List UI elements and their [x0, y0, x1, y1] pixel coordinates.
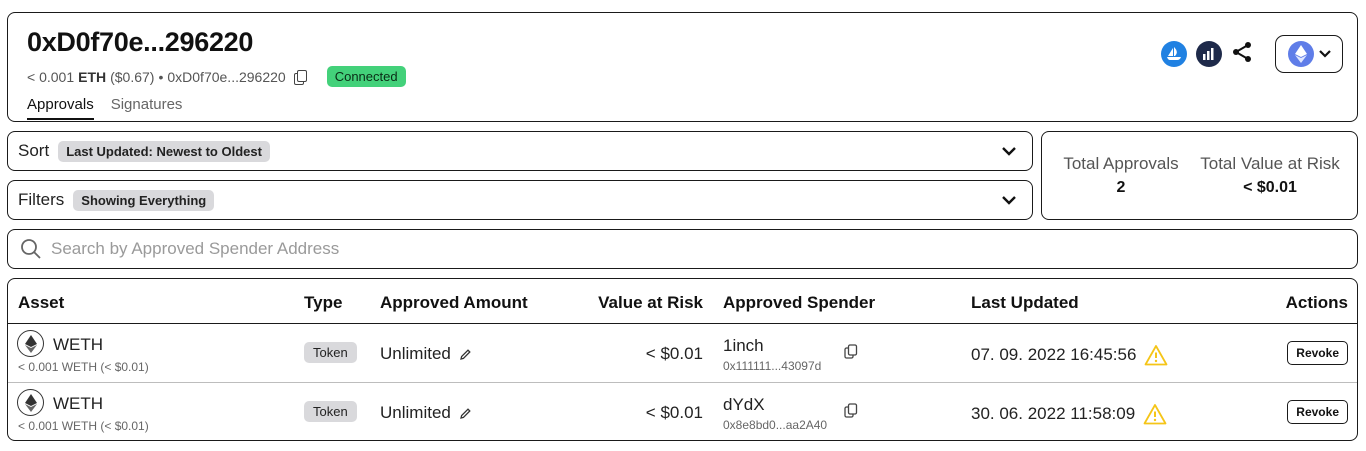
copy-icon[interactable] — [293, 69, 307, 85]
pencil-icon[interactable] — [459, 348, 472, 361]
last-updated-value: 30. 06. 2022 11:58:09 — [971, 404, 1136, 423]
revoke-button[interactable]: Revoke — [1287, 341, 1348, 365]
value-at-risk: < $0.01 — [645, 344, 703, 363]
pencil-icon[interactable] — [459, 407, 472, 420]
short-address: 0xD0f70e...296220 — [167, 68, 286, 85]
search-icon — [21, 239, 41, 259]
last-updated: 07. 09. 2022 16:45:56 — [971, 344, 1168, 366]
balance-amount: < 0.001 — [27, 68, 75, 85]
separator-bullet: • — [158, 68, 164, 85]
chevron-down-icon — [1002, 196, 1016, 205]
tab-bar: Approvals Signatures — [27, 96, 182, 120]
last-updated: 30. 06. 2022 11:58:09 — [971, 403, 1167, 425]
filters-dropdown[interactable]: Filters Showing Everything — [7, 180, 1033, 220]
table-row: WETH < 0.001 WETH (< $0.01) Token Unlimi… — [8, 383, 1357, 440]
tab-approvals[interactable]: Approvals — [27, 96, 94, 120]
address-title: 0xD0f70e...296220 — [27, 27, 254, 57]
spender-name[interactable]: 1inch — [723, 336, 764, 356]
sort-label: Sort — [18, 141, 50, 160]
copy-icon[interactable] — [844, 344, 858, 364]
warning-icon — [1143, 404, 1167, 425]
total-approvals-label: Total Approvals — [1063, 154, 1179, 173]
total-value-label: Total Value at Risk — [1200, 154, 1340, 173]
column-header-approved-amount[interactable]: Approved Amount — [380, 293, 528, 313]
total-approvals-value: 2 — [1116, 179, 1126, 196]
warning-icon — [1145, 345, 1168, 366]
approvals-table: Asset Type Approved Amount Value at Risk… — [7, 278, 1358, 441]
sort-dropdown[interactable]: Sort Last Updated: Newest to Oldest — [7, 131, 1033, 171]
revoke-button[interactable]: Revoke — [1287, 400, 1348, 424]
copy-icon[interactable] — [844, 403, 858, 423]
tab-signatures[interactable]: Signatures — [111, 96, 183, 120]
asset-balance: < 0.001 WETH (< $0.01) — [18, 419, 149, 433]
type-badge: Token — [304, 401, 357, 422]
dune-icon[interactable] — [1196, 41, 1222, 67]
address-subline: < 0.001 ETH ($0.67) • 0xD0f70e...296220 … — [27, 66, 406, 87]
approved-amount[interactable]: Unlimited — [380, 344, 472, 364]
approved-amount[interactable]: Unlimited — [380, 403, 472, 423]
filters-label: Filters — [18, 190, 65, 209]
totals-panel: Total Approvals 2 Total Value at Risk < … — [1041, 131, 1358, 220]
total-approvals: Total Approvals 2 — [1060, 154, 1182, 197]
type-badge: Token — [304, 342, 357, 363]
asset-name: WETH — [53, 394, 104, 413]
asset-balance: < 0.001 WETH (< $0.01) — [18, 360, 149, 374]
search-bar — [7, 229, 1358, 269]
value-at-risk: < $0.01 — [645, 403, 703, 422]
weth-token-icon — [17, 330, 44, 357]
spender-address[interactable]: 0x8e8bd0...aa2A40 — [723, 418, 827, 432]
approved-amount-value: Unlimited — [380, 344, 451, 363]
column-header-approved-spender[interactable]: Approved Spender — [723, 293, 875, 313]
filters-value-chip: Showing Everything — [73, 189, 215, 211]
column-header-asset[interactable]: Asset — [18, 293, 64, 313]
column-header-actions: Actions — [1285, 293, 1348, 312]
column-header-value-at-risk[interactable]: Value at Risk — [598, 293, 703, 313]
opensea-icon[interactable] — [1161, 41, 1187, 67]
connected-badge: Connected — [326, 66, 406, 87]
sort-value-chip: Last Updated: Newest to Oldest — [58, 140, 270, 162]
spender-name[interactable]: dYdX — [723, 395, 765, 415]
chevron-down-icon — [1002, 147, 1016, 156]
asset-name: WETH — [53, 335, 104, 354]
ethereum-icon — [1287, 41, 1314, 67]
balance-unit: ETH — [78, 68, 107, 85]
total-value-value: < $0.01 — [1243, 179, 1297, 196]
last-updated-value: 07. 09. 2022 16:45:56 — [971, 345, 1137, 364]
balance-usd: ($0.67) — [110, 68, 155, 85]
search-input[interactable] — [51, 239, 951, 259]
table-row: WETH < 0.001 WETH (< $0.01) Token Unlimi… — [8, 324, 1357, 383]
approved-amount-value: Unlimited — [380, 403, 451, 422]
spender-address[interactable]: 0x111111...43097d — [723, 359, 821, 373]
header-actions — [1152, 35, 1343, 73]
weth-token-icon — [17, 389, 44, 416]
column-header-last-updated[interactable]: Last Updated — [971, 293, 1079, 313]
address-header: 0xD0f70e...296220 < 0.001 ETH ($0.67) • … — [7, 12, 1358, 122]
column-header-type[interactable]: Type — [304, 293, 342, 313]
chevron-down-icon — [1318, 50, 1331, 58]
share-icon[interactable] — [1231, 41, 1253, 68]
chain-selector-button[interactable] — [1275, 35, 1343, 73]
total-value-at-risk: Total Value at Risk < $0.01 — [1197, 154, 1343, 197]
